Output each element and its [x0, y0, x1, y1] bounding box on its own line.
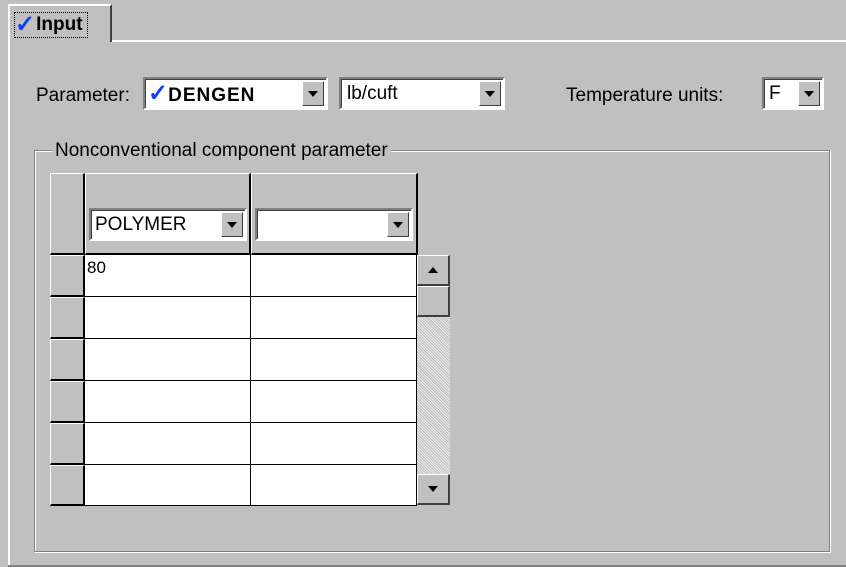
table-cell[interactable] — [251, 465, 417, 506]
units-select-value: lb/cuft — [347, 83, 398, 104]
chevron-up-icon — [428, 267, 438, 273]
chevron-down-icon[interactable] — [302, 81, 324, 106]
row-header[interactable] — [50, 423, 85, 465]
panel-border-left — [8, 40, 10, 568]
table-cell[interactable] — [85, 297, 251, 339]
row-header[interactable] — [50, 297, 85, 339]
scroll-up-button[interactable] — [417, 255, 450, 286]
table-cell[interactable] — [251, 297, 417, 339]
input-form: ✓ Input Parameter: ✓DENGEN lb/cuft Tempe… — [0, 0, 846, 568]
table-cell[interactable] — [85, 339, 251, 381]
table-cell[interactable] — [251, 339, 417, 381]
column-header-2[interactable] — [251, 173, 418, 255]
table-cell[interactable] — [251, 255, 417, 297]
scroll-thumb[interactable] — [417, 286, 450, 317]
parameter-select-value: ✓DENGEN — [148, 80, 256, 107]
table-cell[interactable] — [85, 381, 251, 423]
table-cell[interactable] — [85, 465, 251, 506]
panel-border-bottom — [8, 565, 846, 567]
parameter-label: Parameter: — [36, 85, 130, 106]
component-select-2[interactable] — [255, 208, 413, 241]
parameter-select[interactable]: ✓DENGEN — [143, 77, 328, 110]
table-cell[interactable] — [251, 423, 417, 465]
scroll-down-button[interactable] — [417, 474, 450, 505]
temperature-units-value: F — [769, 83, 781, 104]
parameter-grid: POLYMER 80 — [50, 173, 418, 506]
temperature-units-select[interactable]: F — [762, 77, 824, 110]
table-cell[interactable]: 80 — [85, 255, 251, 297]
tab-focus-rect: ✓ Input — [14, 12, 88, 38]
group-title: Nonconventional component parameter — [52, 140, 391, 162]
row-header[interactable] — [50, 255, 85, 297]
grid-corner-header[interactable] — [50, 173, 85, 255]
grid-vertical-scrollbar[interactable] — [417, 255, 450, 505]
chevron-down-icon[interactable] — [479, 81, 501, 106]
tab-input-label: Input — [36, 14, 83, 35]
row-header[interactable] — [50, 465, 85, 506]
chevron-down-icon — [428, 486, 438, 492]
row-header[interactable] — [50, 339, 85, 381]
chevron-down-icon[interactable] — [387, 212, 409, 237]
tab-strip-line — [112, 40, 846, 42]
temperature-units-label: Temperature units: — [566, 85, 724, 106]
chevron-down-icon[interactable] — [221, 212, 243, 237]
row-header[interactable] — [50, 381, 85, 423]
component-select-1-value: POLYMER — [95, 214, 187, 235]
column-header-1[interactable]: POLYMER — [85, 173, 251, 255]
component-select-1[interactable]: POLYMER — [89, 208, 247, 241]
chevron-down-icon[interactable] — [798, 81, 820, 106]
check-icon: ✓ — [148, 80, 169, 107]
check-icon: ✓ — [15, 11, 36, 38]
units-select[interactable]: lb/cuft — [339, 77, 505, 110]
tab-input[interactable]: ✓ Input — [8, 4, 112, 42]
table-cell[interactable] — [251, 381, 417, 423]
table-cell[interactable] — [85, 423, 251, 465]
